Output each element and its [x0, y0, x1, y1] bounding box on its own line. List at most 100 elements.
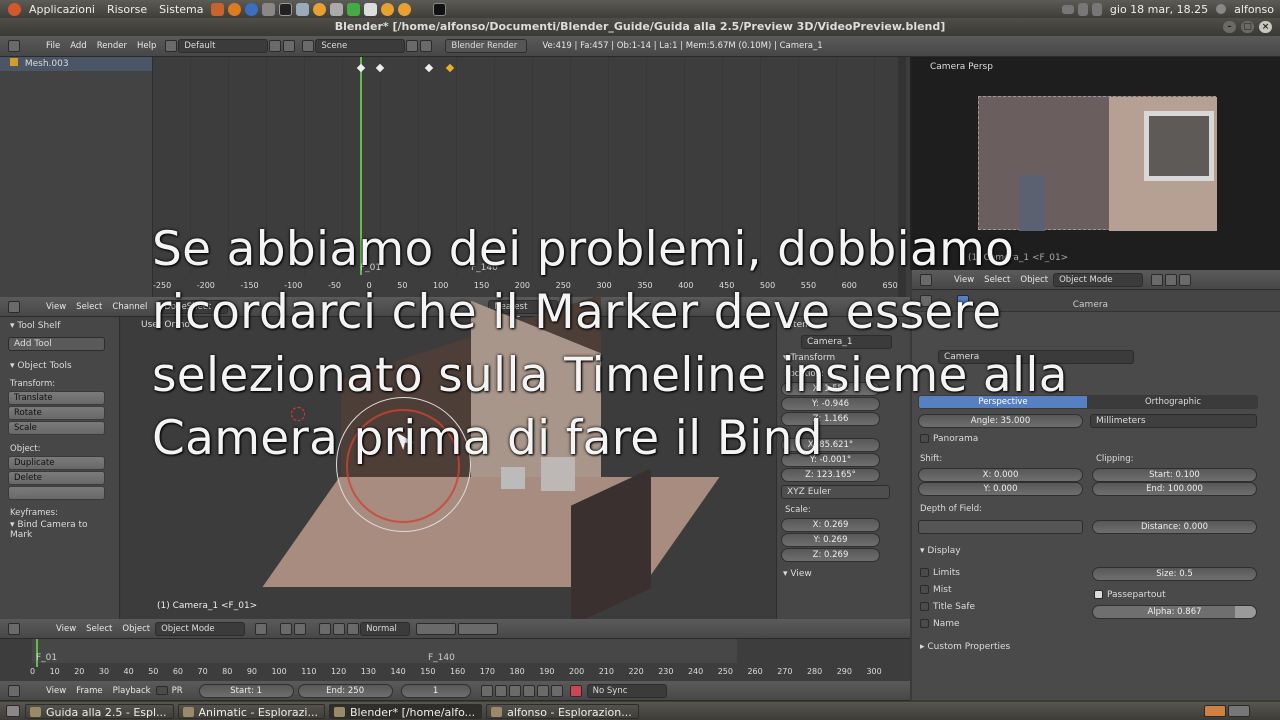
pivot-icon[interactable] — [280, 622, 293, 635]
timeline-marker-f140[interactable]: F_140 — [428, 653, 455, 663]
menu-add[interactable]: Add — [65, 41, 91, 51]
window-titlebar[interactable]: Blender* [/home/alfonso/Documenti/Blende… — [0, 18, 1280, 36]
rotate-manip-icon[interactable] — [333, 622, 346, 635]
record-icon[interactable] — [569, 684, 582, 697]
scale-button[interactable]: Scale — [8, 421, 105, 435]
start-frame-field[interactable]: Start: 1 — [198, 683, 294, 698]
next-key-icon[interactable] — [536, 684, 549, 697]
custom-properties-header[interactable]: ▸ Custom Properties — [920, 642, 1010, 652]
display-panel-header[interactable]: ▾ Display — [920, 546, 961, 556]
current-frame-field[interactable]: 1 — [400, 683, 471, 698]
remove-scene-icon[interactable] — [420, 40, 433, 52]
menu-object[interactable]: Object — [117, 624, 155, 634]
limits-checkbox[interactable]: Limits — [920, 568, 960, 578]
orientation-select[interactable]: Normal — [360, 621, 411, 636]
keyframe-diamond[interactable] — [424, 63, 434, 73]
scene-field[interactable]: Scene — [315, 39, 406, 53]
menu-select[interactable]: Select — [71, 302, 107, 312]
menu-playback[interactable]: Playback — [108, 686, 156, 696]
jump-start-icon[interactable] — [480, 684, 493, 697]
rotate-button[interactable]: Rotate — [8, 406, 105, 420]
menu-risorse[interactable]: Risorse — [101, 3, 153, 16]
task-guida[interactable]: Guida alla 2.5 - Espl... — [25, 703, 174, 719]
menu-sistema[interactable]: Sistema — [153, 3, 209, 16]
menu-help[interactable]: Help — [132, 41, 161, 51]
volume-icon[interactable] — [1091, 2, 1102, 16]
mail-icon[interactable] — [262, 2, 276, 16]
editor-type-icon[interactable] — [8, 40, 20, 52]
manipulator-icon[interactable] — [1179, 273, 1192, 286]
tool-icon[interactable] — [330, 2, 344, 16]
render-engine-select[interactable]: Blender Render — [445, 39, 528, 53]
mist-checkbox[interactable]: Mist — [920, 585, 951, 595]
clip-end-field[interactable]: End: 100.000 — [1092, 482, 1257, 496]
rotation-mode-select[interactable]: XYZ Euler — [781, 485, 890, 499]
task-alfonso[interactable]: alfonso - Esplorazion... — [486, 703, 639, 719]
menu-frame[interactable]: Frame — [71, 686, 107, 696]
dof-distance-field[interactable]: Distance: 0.000 — [1092, 520, 1257, 534]
layers-grid-2[interactable] — [458, 622, 499, 635]
scale-y-field[interactable]: Y: 0.269 — [781, 533, 880, 547]
pivot-icon[interactable] — [1165, 273, 1178, 286]
menu-view[interactable]: View — [41, 686, 71, 696]
keyframe-diamond[interactable] — [356, 63, 366, 73]
editor-type-icon[interactable] — [8, 684, 20, 697]
timeline-editor[interactable]: F_01 F_140 0 10 20 30 40 50 60 70 80 90 100 110 120 1… — [0, 639, 910, 681]
close-icon[interactable]: × — [1259, 21, 1272, 33]
object-mode-select[interactable]: Object Mode — [155, 621, 246, 636]
user-name[interactable]: alfonso — [1228, 3, 1280, 16]
menu-view[interactable]: View — [41, 302, 71, 312]
end-frame-field[interactable]: End: 250 — [297, 683, 393, 698]
firefox-icon[interactable] — [228, 2, 242, 16]
play-reverse-icon[interactable] — [508, 684, 521, 697]
prev-key-icon[interactable] — [494, 684, 507, 697]
shading-icon[interactable] — [255, 622, 268, 635]
menu-applicazioni[interactable]: Applicazioni — [23, 3, 101, 16]
keyframe-diamond-selected[interactable] — [445, 63, 455, 73]
show-desktop-icon[interactable] — [6, 705, 20, 717]
shift-y-field[interactable]: Y: 0.000 — [918, 482, 1083, 496]
name-checkbox[interactable]: Name — [920, 619, 960, 629]
blender-launcher-2-icon[interactable] — [381, 2, 395, 16]
settings-icon[interactable] — [296, 2, 310, 16]
scale-z-field[interactable]: Z: 0.269 — [781, 548, 880, 562]
translate-manip-icon[interactable] — [319, 622, 332, 635]
dof-object-field[interactable] — [918, 520, 1083, 534]
alpha-slider[interactable]: Alpha: 0.867 — [1092, 605, 1257, 619]
join-button[interactable]: Join — [8, 486, 105, 500]
maximize-icon[interactable]: □ — [1241, 21, 1254, 33]
bind-camera-panel[interactable]: ▾ Bind Camera to Mark — [0, 518, 119, 542]
object-tools-panel[interactable]: ▾ Object Tools — [0, 351, 119, 373]
sync-select[interactable]: No Sync — [586, 683, 667, 698]
task-animatic[interactable]: Animatic - Esplorazi... — [177, 703, 325, 719]
menu-view[interactable]: View — [51, 624, 81, 634]
minimize-icon[interactable]: – — [1223, 21, 1236, 33]
add-scene-icon[interactable] — [406, 40, 419, 52]
size-field[interactable]: Size: 0.5 — [1092, 567, 1257, 581]
menu-render[interactable]: Render — [92, 41, 132, 51]
terminal-icon[interactable] — [279, 2, 293, 16]
shading-icon[interactable] — [1151, 273, 1164, 286]
remove-layout-icon[interactable] — [283, 40, 296, 52]
delete-button[interactable]: Delete — [8, 471, 105, 485]
channel-row[interactable]: Mesh.003 — [0, 57, 152, 71]
editor-type-icon[interactable] — [8, 300, 20, 313]
blender-launcher-icon[interactable] — [313, 2, 327, 16]
blender-launcher-3-icon[interactable] — [398, 2, 412, 16]
inkscape-icon[interactable] — [364, 2, 378, 16]
rotation-z-field[interactable]: Z: 123.165° — [781, 468, 880, 482]
scale-x-field[interactable]: X: 0.269 — [781, 518, 880, 532]
screen-layout-icon[interactable] — [165, 40, 178, 52]
mail-indicator-icon[interactable] — [1061, 4, 1074, 14]
network-icon[interactable] — [1077, 2, 1088, 16]
title-safe-checkbox[interactable]: Title Safe — [920, 602, 975, 612]
workspace-icon[interactable] — [1204, 705, 1226, 717]
clip-start-field[interactable]: Start: 0.100 — [1092, 468, 1257, 482]
play-icon[interactable] — [522, 684, 535, 697]
layout-field[interactable]: Default — [178, 39, 269, 53]
menu-file[interactable]: File — [41, 41, 65, 51]
ubuntu-logo-icon[interactable] — [8, 2, 21, 16]
jump-end-icon[interactable] — [550, 684, 563, 697]
help-icon[interactable] — [245, 2, 259, 16]
launcher-icon[interactable] — [211, 2, 225, 16]
